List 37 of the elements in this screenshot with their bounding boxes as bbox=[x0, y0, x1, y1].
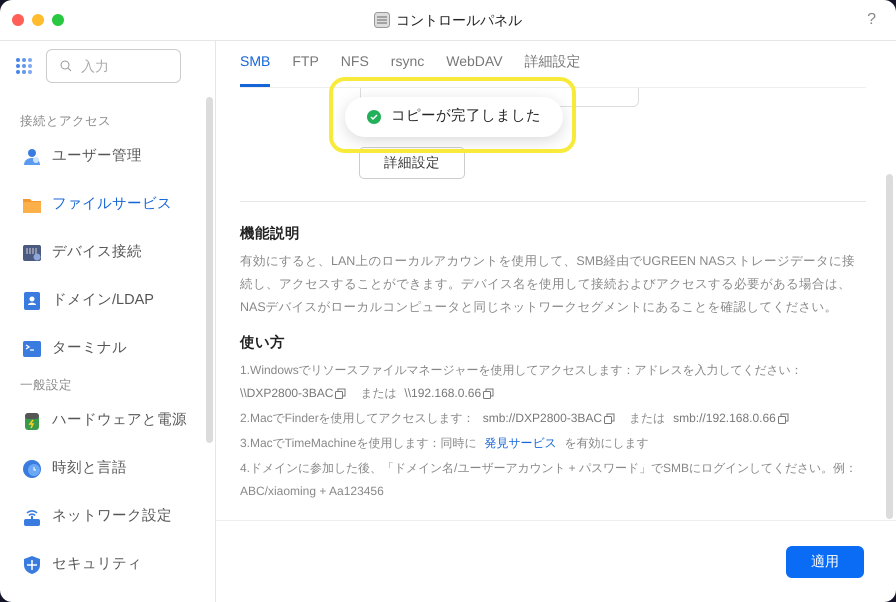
toast-notification: コピーが完了しました bbox=[345, 97, 563, 137]
instruction-text: 2.MacでFinderを使用してアクセスします： bbox=[240, 410, 475, 425]
tab[interactable]: 詳細設定 bbox=[524, 51, 581, 87]
instruction-text: または bbox=[629, 410, 666, 425]
instruction-text: 4.ドメインに参加した後、「ドメイン名/ユーザーアカウント + パスワード」でSMBにログインしてください。例：ABC/xiaoming + Aa123456 bbox=[240, 460, 858, 498]
tab[interactable]: SMB bbox=[240, 51, 270, 87]
apply-button[interactable]: 適用 bbox=[786, 546, 864, 578]
tab[interactable]: WebDAV bbox=[446, 51, 503, 87]
search-field[interactable]: 入力 bbox=[46, 49, 181, 83]
instruction-text: または bbox=[360, 386, 396, 400]
address-text: smb://DXP2800-3BAC bbox=[482, 410, 602, 425]
sidebar-item[interactable]: ドメイン/LDAP bbox=[0, 277, 215, 325]
tab[interactable]: NFS bbox=[340, 51, 369, 87]
section-heading: 機能説明 bbox=[240, 224, 301, 244]
window-title: コントロールパネル bbox=[396, 10, 522, 30]
sidebar-item[interactable]: 時刻と言語 bbox=[0, 445, 215, 493]
section-heading: 一般設定 bbox=[19, 376, 73, 394]
instruction-text: 1.Windowsでリソースファイルマネージャーを使用してアクセスします：アドレスを入力してください： bbox=[240, 362, 803, 377]
help-button[interactable]: ? bbox=[867, 8, 876, 32]
address-text: smb://192.168.0.66 bbox=[673, 410, 776, 425]
tab[interactable]: rsync bbox=[390, 51, 424, 87]
discovery-service-link[interactable]: 発見サービス bbox=[484, 436, 556, 450]
address-text: \\192.168.0.66 bbox=[404, 386, 482, 400]
description-text: 有効にすると、LAN上のローカルアカウントを使用して、SMB経由でUGREEN NASストレージデータに接続し、アクセスすることができます。デバイス名を使用して接続およびアクセスする必要がある場合は、NASデバイスがローカルコンピュータと同じネットワークセグメントにあることを確認してください。 bbox=[240, 253, 856, 316]
sidebar-item[interactable]: ターミナル bbox=[0, 325, 215, 373]
sidebar-item[interactable]: デバイス接続 bbox=[0, 229, 215, 277]
sidebar-item[interactable]: ファイルサービス bbox=[0, 181, 215, 229]
section-heading: 接続とアクセス bbox=[19, 112, 112, 130]
instruction-text: を有効にします bbox=[564, 436, 648, 450]
tab[interactable]: FTP bbox=[292, 51, 319, 87]
section-heading: 使い方 bbox=[240, 333, 286, 353]
sidebar-item[interactable]: セキュリティ bbox=[0, 541, 215, 589]
address-text: \\DXP2800-3BAC bbox=[240, 386, 334, 400]
sidebar-item[interactable]: ネットワーク設定 bbox=[0, 493, 215, 541]
instruction-text: 3.MacでTimeMachineを使用します：同時に bbox=[240, 436, 476, 450]
sidebar-item[interactable]: ハードウェアと電源 bbox=[0, 397, 215, 445]
sidebar-item[interactable]: ユーザー管理 bbox=[0, 133, 215, 181]
